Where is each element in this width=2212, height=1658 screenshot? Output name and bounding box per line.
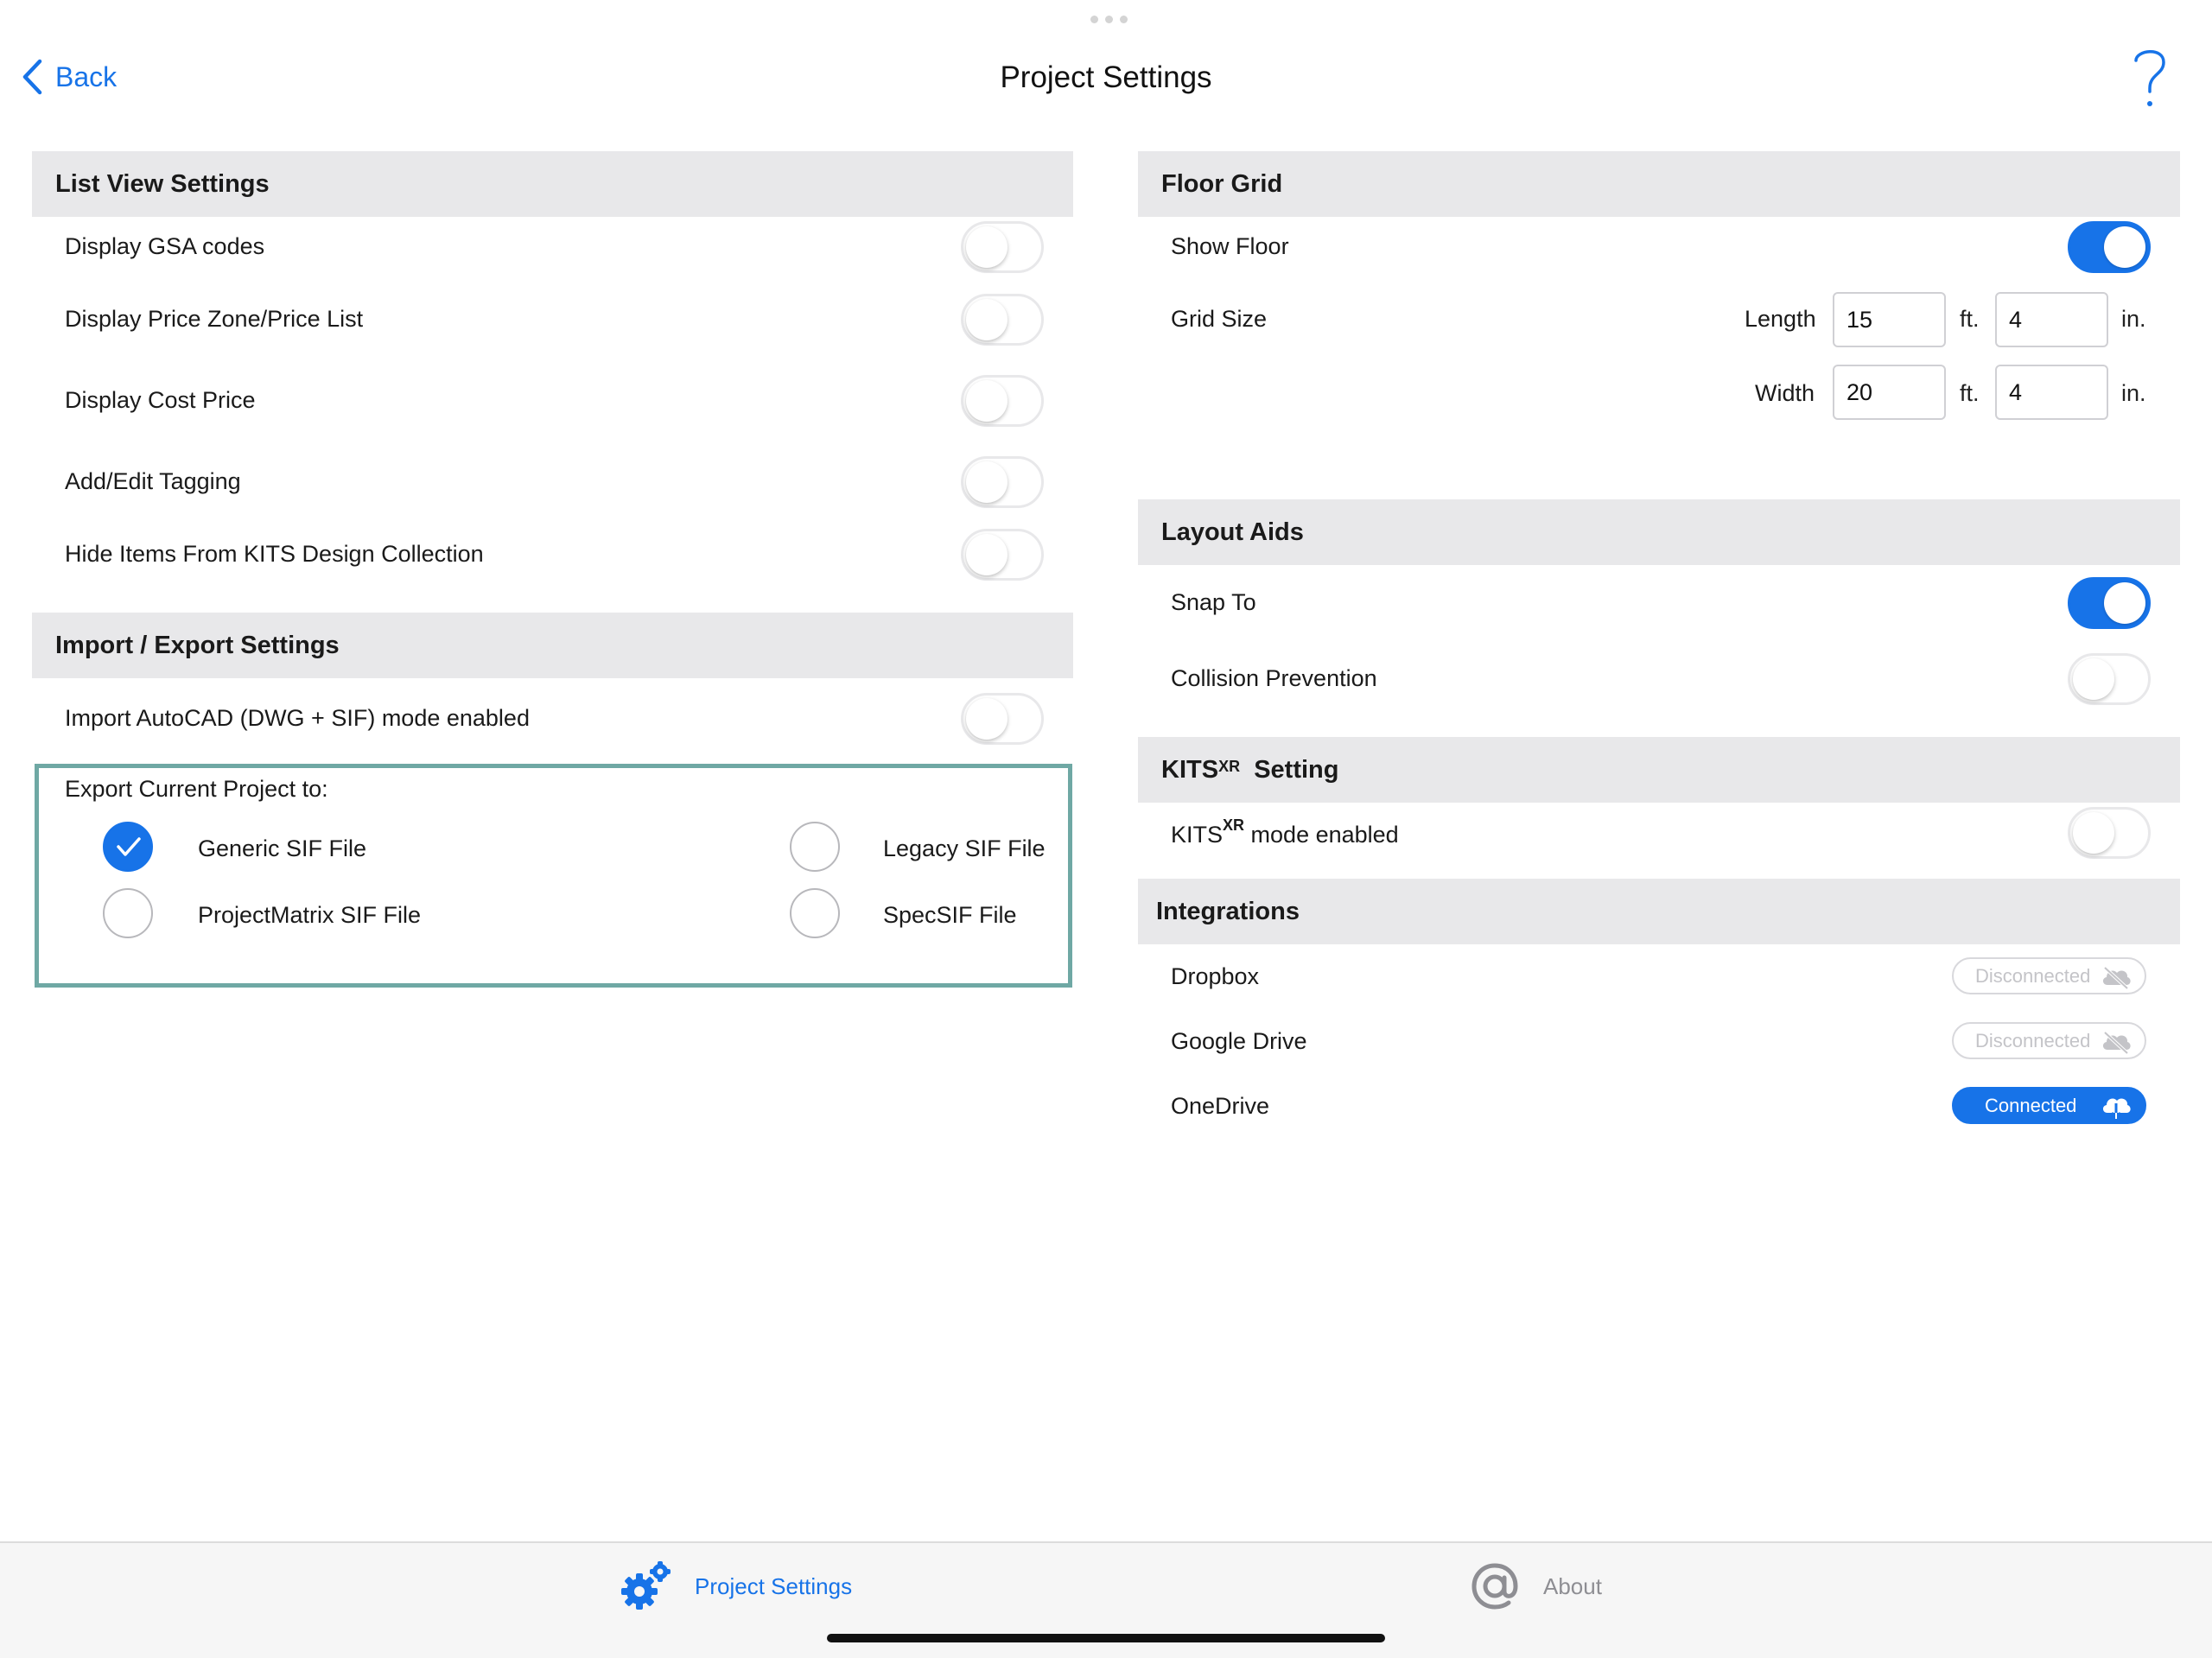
snap-to-toggle[interactable] (2068, 577, 2151, 629)
display-cost-price-label: Display Cost Price (65, 387, 256, 413)
list-view-settings-header: List View Settings (32, 151, 1073, 217)
display-gsa-codes-label: Display GSA codes (65, 233, 265, 259)
section-title: Integrations (1156, 897, 1300, 925)
collision-prevention-toggle[interactable] (2068, 653, 2151, 705)
section-title-main: KITS (1161, 755, 1219, 784)
hide-kits-design-toggle[interactable] (961, 529, 1044, 581)
section-title: List View Settings (55, 169, 270, 198)
gear-icon (621, 1561, 671, 1610)
cloud-off-icon (2102, 1031, 2131, 1055)
section-title: Layout Aids (1161, 518, 1304, 546)
window-grabber[interactable] (1090, 16, 1128, 23)
export-title: Export Current Project to: (65, 776, 328, 802)
feet-unit: ft. (1960, 380, 1980, 406)
import-autocad-toggle[interactable] (961, 693, 1044, 745)
google-drive-status-button[interactable]: Disconnected (1952, 1022, 2146, 1059)
kits-xr-mode-sup: XR (1223, 816, 1245, 834)
kits-xr-mode-toggle[interactable] (2068, 807, 2151, 859)
home-indicator (827, 1634, 1385, 1642)
question-mark-icon[interactable] (2131, 45, 2169, 111)
specsif-label[interactable]: SpecSIF File (883, 902, 1017, 929)
feet-unit: ft. (1960, 306, 1980, 332)
show-floor-label: Show Floor (1171, 233, 1289, 259)
import-autocad-label: Import AutoCAD (DWG + SIF) mode enabled (65, 705, 530, 731)
length-feet-input[interactable] (1833, 292, 1946, 347)
at-sign-icon (1471, 1563, 1518, 1610)
page-title: Project Settings (1000, 60, 1212, 94)
kits-xr-mode-main: KITS (1171, 822, 1224, 848)
status-label: Disconnected (1975, 964, 2091, 987)
integrations-header: Integrations (1138, 879, 2180, 944)
specsif-radio[interactable] (790, 888, 840, 938)
checkmark-icon (117, 837, 141, 856)
width-label: Width (1755, 380, 1815, 406)
section-title: Import / Export Settings (55, 631, 340, 659)
onedrive-label: OneDrive (1171, 1093, 1270, 1119)
tab-about[interactable]: About (1469, 1560, 1602, 1612)
onedrive-status-button[interactable]: Connected (1952, 1087, 2146, 1124)
projectmatrix-sif-radio[interactable] (103, 888, 153, 938)
generic-sif-label[interactable]: Generic SIF File (198, 835, 366, 862)
legacy-sif-label[interactable]: Legacy SIF File (883, 835, 1046, 862)
import-export-settings-header: Import / Export Settings (32, 613, 1073, 678)
legacy-sif-radio[interactable] (790, 822, 840, 872)
tab-label: Project Settings (695, 1572, 853, 1599)
section-title-sup: XR (1218, 757, 1241, 775)
google-drive-label: Google Drive (1171, 1028, 1307, 1054)
width-feet-input[interactable] (1833, 365, 1946, 420)
add-edit-tagging-toggle[interactable] (961, 456, 1044, 508)
status-label: Disconnected (1975, 1029, 2091, 1051)
kits-xr-setting-header: KITS XR Setting (1138, 737, 2180, 803)
section-title-rest: Setting (1254, 755, 1339, 784)
dropbox-status-button[interactable]: Disconnected (1952, 957, 2146, 994)
dropbox-label: Dropbox (1171, 963, 1260, 989)
grid-size-label: Grid Size (1171, 306, 1268, 332)
tab-project-settings[interactable]: Project Settings (619, 1560, 852, 1612)
kits-xr-mode-label: KITSXR mode enabled (1171, 816, 1399, 848)
layout-aids-header: Layout Aids (1138, 499, 2180, 565)
kits-xr-mode-rest: mode enabled (1250, 822, 1399, 848)
display-gsa-codes-toggle[interactable] (961, 221, 1044, 273)
show-floor-toggle[interactable] (2068, 221, 2151, 273)
floor-grid-header: Floor Grid (1138, 151, 2180, 217)
length-label: Length (1745, 306, 1816, 332)
inches-unit: in. (2121, 306, 2146, 332)
width-inches-input[interactable] (1995, 365, 2108, 420)
section-title: Floor Grid (1161, 169, 1283, 198)
snap-to-label: Snap To (1171, 589, 1256, 615)
display-cost-price-toggle[interactable] (961, 375, 1044, 427)
projectmatrix-sif-label[interactable]: ProjectMatrix SIF File (198, 902, 421, 929)
inches-unit: in. (2121, 380, 2146, 406)
collision-prevention-label: Collision Prevention (1171, 665, 1377, 691)
tab-label: About (1543, 1572, 1602, 1599)
display-price-zone-toggle[interactable] (961, 294, 1044, 346)
status-label: Connected (1985, 1094, 2077, 1116)
display-price-zone-label: Display Price Zone/Price List (65, 306, 364, 332)
add-edit-tagging-label: Add/Edit Tagging (65, 468, 241, 494)
cloud-off-icon (2102, 966, 2131, 990)
cloud-download-icon (2102, 1098, 2131, 1120)
length-inches-input[interactable] (1995, 292, 2108, 347)
generic-sif-radio[interactable] (103, 822, 153, 872)
hide-kits-design-label: Hide Items From KITS Design Collection (65, 541, 484, 567)
